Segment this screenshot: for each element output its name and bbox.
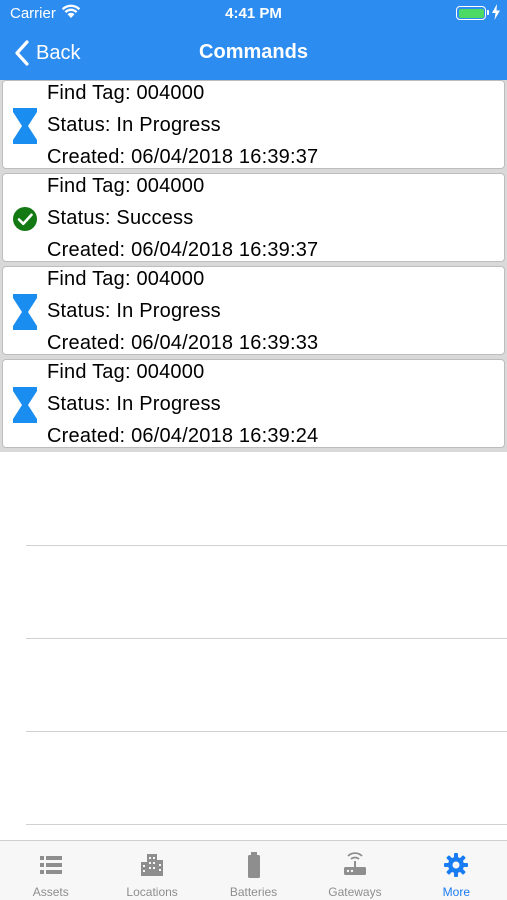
command-created: Created: 06/04/2018 16:39:24: [47, 425, 319, 447]
tab-label: More: [442, 885, 470, 899]
command-row[interactable]: Find Tag: 004000 Status: In Progress Cre…: [2, 80, 505, 169]
command-title: Find Tag: 004000: [47, 82, 205, 104]
empty-row-divider: [26, 638, 507, 639]
command-title: Find Tag: 004000: [47, 361, 205, 383]
empty-row-divider: [26, 731, 507, 732]
page-title: Commands: [199, 41, 308, 63]
tab-assets[interactable]: Assets: [0, 841, 101, 900]
battery-icon: [247, 852, 260, 878]
command-title: Find Tag: 004000: [47, 268, 205, 290]
command-row[interactable]: Find Tag: 004000 Status: In Progress Cre…: [2, 359, 505, 448]
tab-more[interactable]: More: [406, 841, 507, 900]
tab-locations[interactable]: Locations: [101, 841, 202, 900]
tab-label: Gateways: [328, 885, 382, 899]
command-created: Created: 06/04/2018 16:39:37: [47, 239, 319, 261]
command-created: Created: 06/04/2018 16:39:33: [47, 332, 319, 354]
charging-bolt-icon: [492, 4, 500, 20]
buildings-icon: [141, 854, 164, 876]
empty-row-divider: [26, 545, 507, 546]
hourglass-icon: [13, 108, 37, 144]
hourglass-icon: [13, 294, 37, 330]
hourglass-icon: [13, 387, 37, 423]
command-row[interactable]: Find Tag: 004000 Status: In Progress Cre…: [2, 266, 505, 355]
status-bar: Carrier 4:41 PM: [0, 0, 507, 28]
command-created: Created: 06/04/2018 16:39:37: [47, 146, 319, 168]
tab-label: Batteries: [229, 885, 278, 899]
gear-icon: [444, 853, 469, 877]
command-status: Status: In Progress: [47, 114, 221, 136]
tab-label: Locations: [126, 885, 178, 899]
command-title: Find Tag: 004000: [47, 175, 205, 197]
router-icon: [343, 852, 366, 875]
battery-status-icon: [456, 6, 489, 20]
tab-label: Assets: [32, 885, 69, 899]
list-icon: [39, 856, 62, 874]
command-status: Status: In Progress: [47, 393, 221, 415]
check-circle-icon: [13, 207, 37, 231]
empty-row-divider: [26, 824, 507, 825]
nav-bar: Back Commands: [0, 30, 507, 76]
clock-time: 4:41 PM: [225, 5, 282, 22]
command-row[interactable]: Find Tag: 004000 Status: Success Created…: [2, 173, 505, 262]
command-status: Status: Success: [47, 207, 194, 229]
command-status: Status: In Progress: [47, 300, 221, 322]
tab-bar: Assets Locations Batteries Gateways More: [0, 840, 507, 900]
tab-batteries[interactable]: Batteries: [203, 841, 304, 900]
navigation-header: Carrier 4:41 PM Back Commands: [0, 0, 507, 80]
tab-gateways[interactable]: Gateways: [304, 841, 405, 900]
commands-list: Find Tag: 004000 Status: In Progress Cre…: [0, 80, 507, 452]
